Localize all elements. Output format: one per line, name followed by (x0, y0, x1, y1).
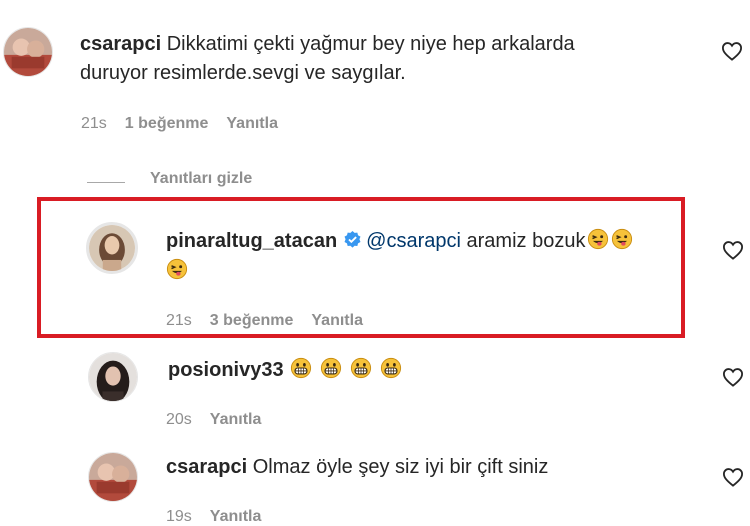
grinning-emoji (350, 357, 372, 379)
comment-1-line-1: csarapci Dikkatimi çekti yağmur bey niye… (80, 29, 575, 59)
reply-1-line-2 (166, 256, 188, 286)
reply-username[interactable]: pinaraltug_atacan (166, 230, 337, 252)
reply-time: 19s (166, 508, 192, 525)
reply-3-meta: 19s Yanıtla (166, 508, 279, 526)
comment-time: 21s (81, 115, 107, 132)
reply-button[interactable]: Yanıtla (226, 115, 278, 132)
reply-1-line-1: pinaraltug_atacan @csarapci aramiz bozuk (166, 226, 633, 256)
reply-likes[interactable]: 3 beğenme (210, 312, 294, 329)
comment-username[interactable]: csarapci (80, 33, 161, 55)
avatar-csarapci[interactable] (88, 452, 138, 502)
reply-button[interactable]: Yanıtla (311, 312, 363, 329)
avatar-posionivy33[interactable] (88, 352, 138, 402)
reply-time: 21s (166, 312, 192, 329)
heart-icon (722, 241, 744, 260)
like-reply-button[interactable] (722, 240, 744, 260)
winking-tongue-emoji (587, 228, 609, 250)
comment-likes[interactable]: 1 beğenme (125, 115, 209, 132)
reply-text: aramiz bozuk (460, 230, 586, 252)
grinning-emoji (380, 357, 402, 379)
hide-replies-button[interactable]: Yanıtları gizle (150, 170, 252, 188)
avatar-csarapci[interactable] (3, 27, 53, 77)
heart-icon (721, 42, 743, 61)
reply-username[interactable]: posionivy33 (168, 359, 284, 381)
reply-username[interactable]: csarapci (166, 456, 247, 478)
like-reply-button[interactable] (722, 367, 744, 387)
reply-2-line-1: posionivy33 (168, 355, 402, 385)
reply-2-meta: 20s Yanıtla (166, 411, 279, 429)
grinning-emoji (290, 357, 312, 379)
mention-link[interactable]: @csarapci (366, 230, 461, 252)
heart-icon (722, 368, 744, 387)
reply-text: Olmaz öyle şey siz iyi bir çift siniz (252, 456, 549, 478)
winking-tongue-emoji (611, 228, 633, 250)
reply-1-meta: 21s 3 beğenme Yanıtla (166, 312, 381, 330)
reply-3-line-1: csarapci Olmaz öyle şey siz iyi bir çift… (166, 452, 548, 482)
like-comment-button[interactable] (721, 41, 743, 61)
avatar-pinaraltug-atacan[interactable] (86, 222, 138, 274)
reply-button[interactable]: Yanıtla (210, 411, 262, 428)
reply-time: 20s (166, 411, 192, 428)
like-reply-button[interactable] (722, 467, 744, 487)
comment-1-meta: 21s 1 beğenme Yanıtla (81, 115, 296, 133)
reply-button[interactable]: Yanıtla (210, 508, 262, 525)
winking-tongue-emoji (166, 258, 188, 280)
verified-badge-icon (343, 230, 362, 249)
grinning-emoji (320, 357, 342, 379)
heart-icon (722, 468, 744, 487)
comment-1-line-2: duruyor resimlerde.sevgi ve saygılar. (80, 62, 406, 84)
comment-text: Dikkatimi çekti yağmur bey niye hep arka… (166, 33, 575, 55)
hide-replies-divider (87, 182, 125, 183)
